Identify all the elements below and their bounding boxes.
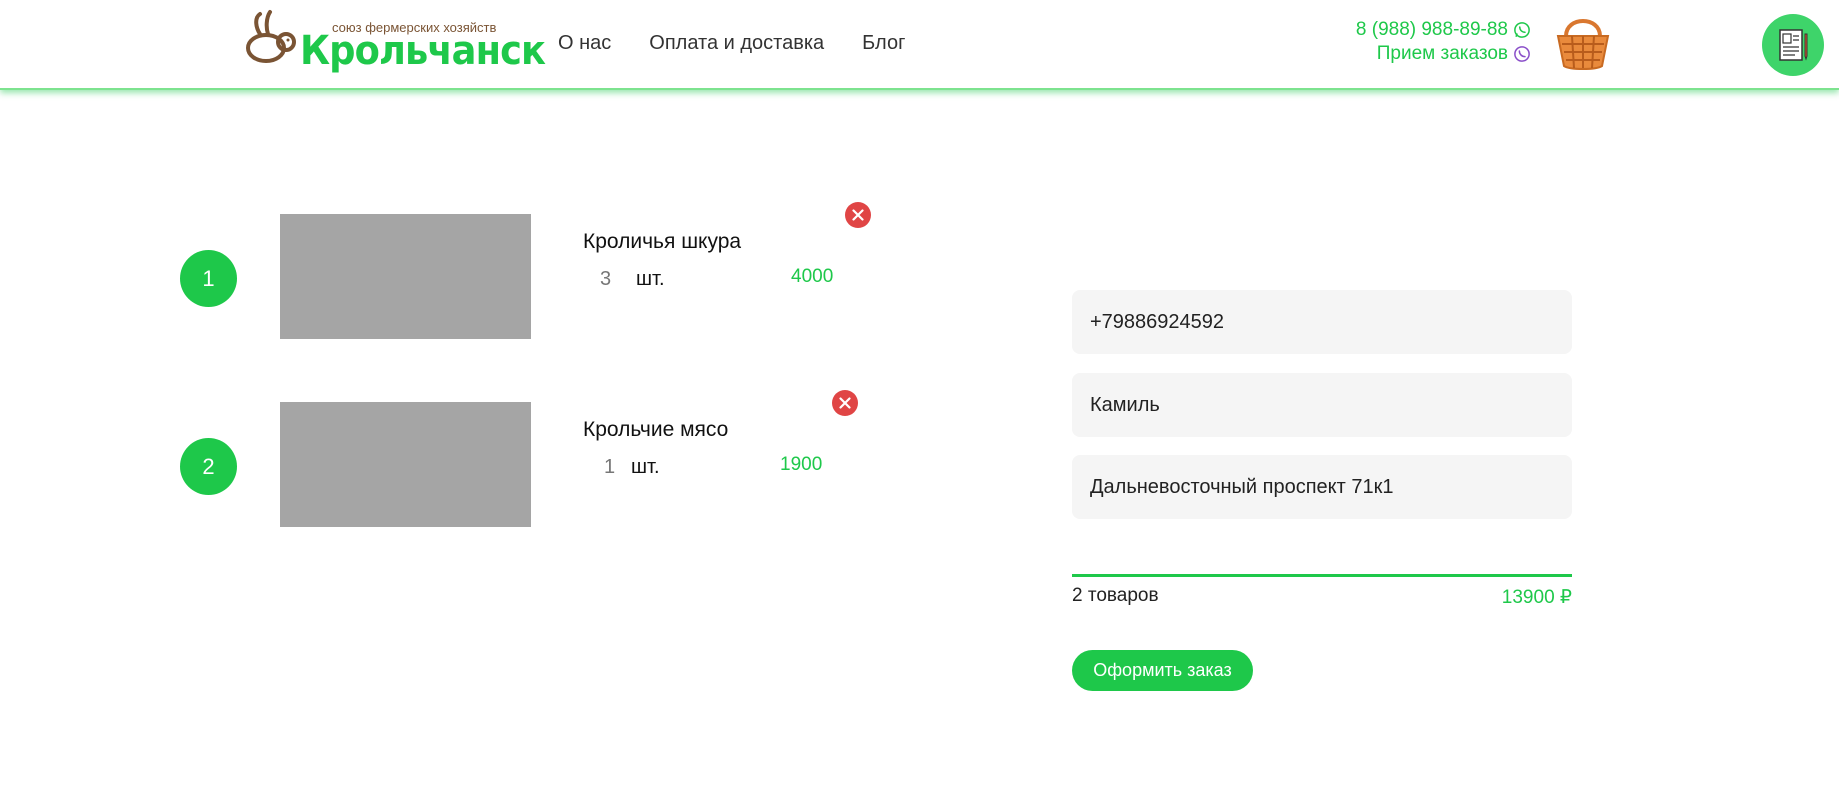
basket-button[interactable] — [1552, 10, 1614, 72]
rabbit-logo-icon — [246, 10, 296, 63]
cart-item: 1 Кроличья шкура 3 шт. 4000 — [0, 200, 900, 339]
item-name: Кроличья шкура — [583, 230, 742, 253]
orders-row[interactable]: Прием заказов — [1356, 42, 1531, 66]
logo-name: Крольчанск — [300, 28, 546, 74]
item-price: 4000 — [791, 266, 834, 287]
item-index-badge: 2 — [180, 438, 237, 495]
item-price: 1900 — [780, 454, 823, 475]
item-image-placeholder — [280, 402, 531, 527]
phone-row[interactable]: 8 (988) 988-89-88 — [1356, 18, 1531, 42]
item-quantity[interactable]: 3 — [600, 268, 611, 291]
remove-item-button[interactable] — [832, 390, 858, 416]
phone-number[interactable]: 8 (988) 988-89-88 — [1356, 18, 1508, 42]
document-icon — [1779, 29, 1808, 61]
orders-label[interactable]: Прием заказов — [1377, 42, 1508, 66]
cart-item: 2 Крольчие мясо 1 шт. 1900 — [0, 388, 900, 527]
item-quantity[interactable]: 1 — [604, 456, 615, 479]
item-name: Крольчие мясо — [583, 418, 729, 441]
close-icon — [852, 209, 864, 221]
viber-icon[interactable] — [1513, 45, 1531, 63]
nav-payment-delivery[interactable]: Оплата и доставка — [649, 32, 824, 55]
phone-field[interactable] — [1072, 290, 1572, 354]
basket-icon — [1556, 19, 1610, 70]
items-count: 2 товаров — [1072, 585, 1159, 606]
contact-block: 8 (988) 988-89-88 Прием заказов — [1356, 18, 1531, 66]
item-index-badge: 1 — [180, 250, 237, 307]
site-header: союз фермерских хозяйств Крольчанск О на… — [0, 0, 1839, 90]
summary-divider — [1072, 574, 1572, 577]
site-logo[interactable]: союз фермерских хозяйств Крольчанск — [240, 6, 546, 74]
main-nav: О нас Оплата и доставка Блог — [558, 32, 905, 55]
name-field[interactable] — [1072, 373, 1572, 437]
place-order-button[interactable]: Оформить заказ — [1072, 650, 1253, 691]
nav-blog[interactable]: Блог — [862, 32, 905, 55]
item-image-placeholder — [280, 214, 531, 339]
document-button[interactable] — [1762, 14, 1824, 76]
nav-about[interactable]: О нас — [558, 32, 611, 55]
item-unit: шт. — [636, 268, 665, 290]
item-unit: шт. — [631, 456, 660, 478]
address-field[interactable] — [1072, 455, 1572, 519]
order-total: 13900 ₽ — [1501, 587, 1572, 608]
whatsapp-icon[interactable] — [1513, 21, 1531, 39]
remove-item-button[interactable] — [845, 202, 871, 228]
close-icon — [839, 397, 851, 409]
